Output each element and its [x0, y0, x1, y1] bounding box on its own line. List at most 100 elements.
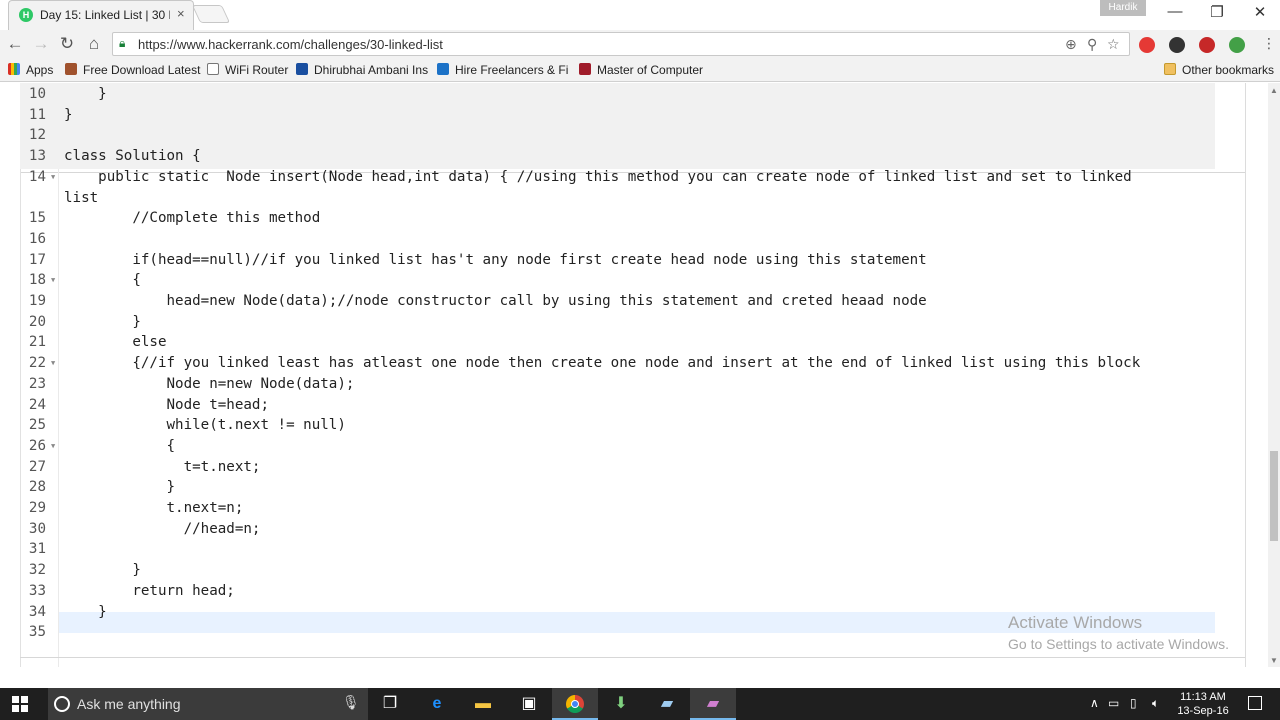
code-editor[interactable]: 10 } 11} 12 13 class Solution {14 ▼ public st… [0, 83, 1268, 667]
tab-close-icon[interactable]: × [177, 6, 185, 21]
code-line[interactable]: 17 if(head==null)//if you linked list ha… [0, 250, 1240, 271]
volume-icon[interactable]: 🔈︎ [1152, 696, 1159, 711]
home-icon[interactable]: ⌂ [84, 34, 104, 54]
code-line[interactable]: 29 t.next=n; [0, 498, 1240, 519]
bookmark-label: Free Download Latest [83, 63, 201, 77]
forward-arrow-icon[interactable]: → [31, 34, 51, 54]
tab-title: Day 15: Linked List | 30 D [40, 8, 170, 22]
fold-arrow-icon[interactable]: ▼ [51, 270, 55, 291]
scrollbar-thumb[interactable] [1270, 451, 1278, 541]
watermark-title: Activate Windows [1008, 613, 1143, 632]
code-line[interactable]: 10 } [0, 84, 1240, 105]
line-number: 18 [28, 272, 46, 289]
code-line[interactable]: 18 ▼ { [0, 270, 1240, 291]
battery-icon[interactable]: ▯ [1130, 696, 1137, 710]
code-line[interactable]: 22 ▼ {//if you linked least has atleast o… [0, 353, 1240, 374]
code-line[interactable]: 30 //head=n; [0, 519, 1240, 540]
download-manager-icon[interactable]: ⬇ [598, 688, 644, 720]
code-line[interactable]: 24 Node t=head; [0, 395, 1240, 416]
code-line[interactable]: 16 [0, 229, 1240, 250]
chrome-menu-icon[interactable]: ⋮ [1262, 35, 1276, 52]
action-center-icon[interactable] [1248, 696, 1262, 710]
fold-arrow-icon[interactable]: ▼ [51, 353, 55, 374]
close-window-icon[interactable]: ✕ [1250, 3, 1270, 21]
windows-start-icon[interactable] [12, 696, 28, 712]
extension-dark-icon[interactable] [1169, 37, 1185, 53]
network-icon[interactable]: ▭ [1108, 696, 1119, 710]
code-text: { [64, 272, 141, 289]
extension-red-icon[interactable] [1139, 37, 1155, 53]
minimize-icon[interactable]: — [1165, 3, 1185, 20]
code-line[interactable]: 25 while(t.next != null) [0, 415, 1240, 436]
code-text: class Solution { [64, 148, 201, 165]
address-bar[interactable]: 🔒︎ https://www.hackerrank.com/challenges… [112, 32, 1130, 56]
file-explorer-icon[interactable]: ▬ [460, 688, 506, 720]
code-text: } [64, 603, 107, 620]
code-line[interactable]: 20 } [0, 312, 1240, 333]
new-tab-button[interactable] [191, 5, 231, 23]
bookmark-star-icon[interactable]: ☆ [1107, 36, 1120, 53]
profile-button[interactable]: Hardik [1100, 0, 1146, 16]
code-line[interactable]: 14 ▼ public static Node insert(Node head,… [0, 167, 1240, 188]
microphone-icon[interactable]: 🎙︎ [342, 694, 360, 711]
code-line[interactable]: list [0, 188, 1240, 209]
chrome-icon[interactable] [552, 688, 598, 720]
bookmark-master-computer[interactable]: Master of Computer [579, 63, 703, 77]
code-line[interactable]: 15 //Complete this method [0, 208, 1240, 229]
bookmarks-bar: Apps Free Download Latest WiFi Router Dh… [0, 58, 1280, 82]
line-number: 25 [28, 417, 46, 434]
code-line[interactable]: 11} [0, 105, 1240, 126]
bookmark-label: Hire Freelancers & Fi [455, 63, 569, 77]
restore-icon[interactable]: ❐ [1207, 3, 1227, 21]
code-line[interactable]: 31 [0, 539, 1240, 560]
edge-browser-icon[interactable]: e [414, 688, 460, 720]
fold-arrow-icon[interactable]: ▼ [51, 167, 55, 188]
fold-arrow-icon[interactable]: ▼ [51, 436, 55, 457]
reload-icon[interactable]: ↻ [57, 34, 77, 54]
bookmark-apps[interactable]: Apps [8, 63, 53, 77]
app-icon[interactable]: ▰ [644, 688, 690, 720]
clock-time: 11:13 AM [1180, 691, 1226, 703]
task-view-icon[interactable]: ❐ [367, 688, 413, 720]
code-line[interactable]: 19 head=new Node(data);//node constructo… [0, 291, 1240, 312]
code-text: Node n=new Node(data); [64, 375, 355, 392]
code-text: } [64, 479, 176, 496]
code-text: if(head==null)//if you linked list has't… [64, 251, 927, 268]
extension-green-icon[interactable] [1229, 37, 1245, 53]
pin-icon[interactable]: ⚲ [1087, 36, 1097, 53]
code-line[interactable]: 28 } [0, 477, 1240, 498]
site-favicon-icon [65, 63, 77, 75]
code-line[interactable]: 13 class Solution { [0, 146, 1240, 167]
code-line[interactable]: 23 Node n=new Node(data); [0, 374, 1240, 395]
scroll-down-icon[interactable]: ▼ [1268, 655, 1280, 667]
code-line[interactable]: 26 ▼ { [0, 436, 1240, 457]
code-text: {//if you linked least has atleast one n… [64, 355, 1141, 372]
browser-toolbar: ← → ↻ ⌂ 🔒︎ https://www.hackerrank.com/ch… [0, 30, 1280, 58]
scroll-up-icon[interactable]: ▲ [1268, 85, 1280, 97]
code-line[interactable]: 27 t=t.next; [0, 457, 1240, 478]
bookmark-free-download[interactable]: Free Download Latest [65, 63, 200, 77]
show-hidden-icons-icon[interactable]: ∧ [1090, 696, 1099, 710]
code-line[interactable]: 21 else [0, 332, 1240, 353]
line-number: 28 [28, 479, 46, 496]
line-number: 24 [28, 396, 46, 413]
scrollbar[interactable]: ▲ ▼ [1268, 83, 1280, 667]
line-number: 23 [28, 375, 46, 392]
watermark-subtitle: Go to Settings to activate Windows. [1008, 636, 1229, 652]
video-editor-icon[interactable]: ▰ [690, 688, 736, 720]
zoom-icon[interactable]: ⊕ [1065, 36, 1077, 53]
cortana-search-box[interactable]: Ask me anything 🎙︎ [48, 688, 368, 720]
browser-tab[interactable]: H Day 15: Linked List | 30 D × [8, 0, 194, 30]
bookmark-wifi-router[interactable]: WiFi Router [207, 63, 288, 77]
store-icon[interactable]: ▣ [506, 688, 552, 720]
adblock-icon[interactable] [1199, 37, 1215, 53]
back-arrow-icon[interactable]: ← [5, 34, 25, 54]
bookmark-hire-freelancers[interactable]: Hire Freelancers & Fi [437, 63, 568, 77]
other-bookmarks[interactable]: Other bookmarks [1164, 63, 1274, 77]
system-clock[interactable]: 11:13 AM 13-Sep-16 [1176, 690, 1230, 718]
code-line[interactable]: 12 [0, 125, 1240, 146]
code-line[interactable]: 33 return head; [0, 581, 1240, 602]
bookmark-dhirubhai[interactable]: Dhirubhai Ambani Ins [296, 63, 428, 77]
code-line[interactable]: 32 } [0, 560, 1240, 581]
code-text: //Complete this method [64, 210, 321, 227]
